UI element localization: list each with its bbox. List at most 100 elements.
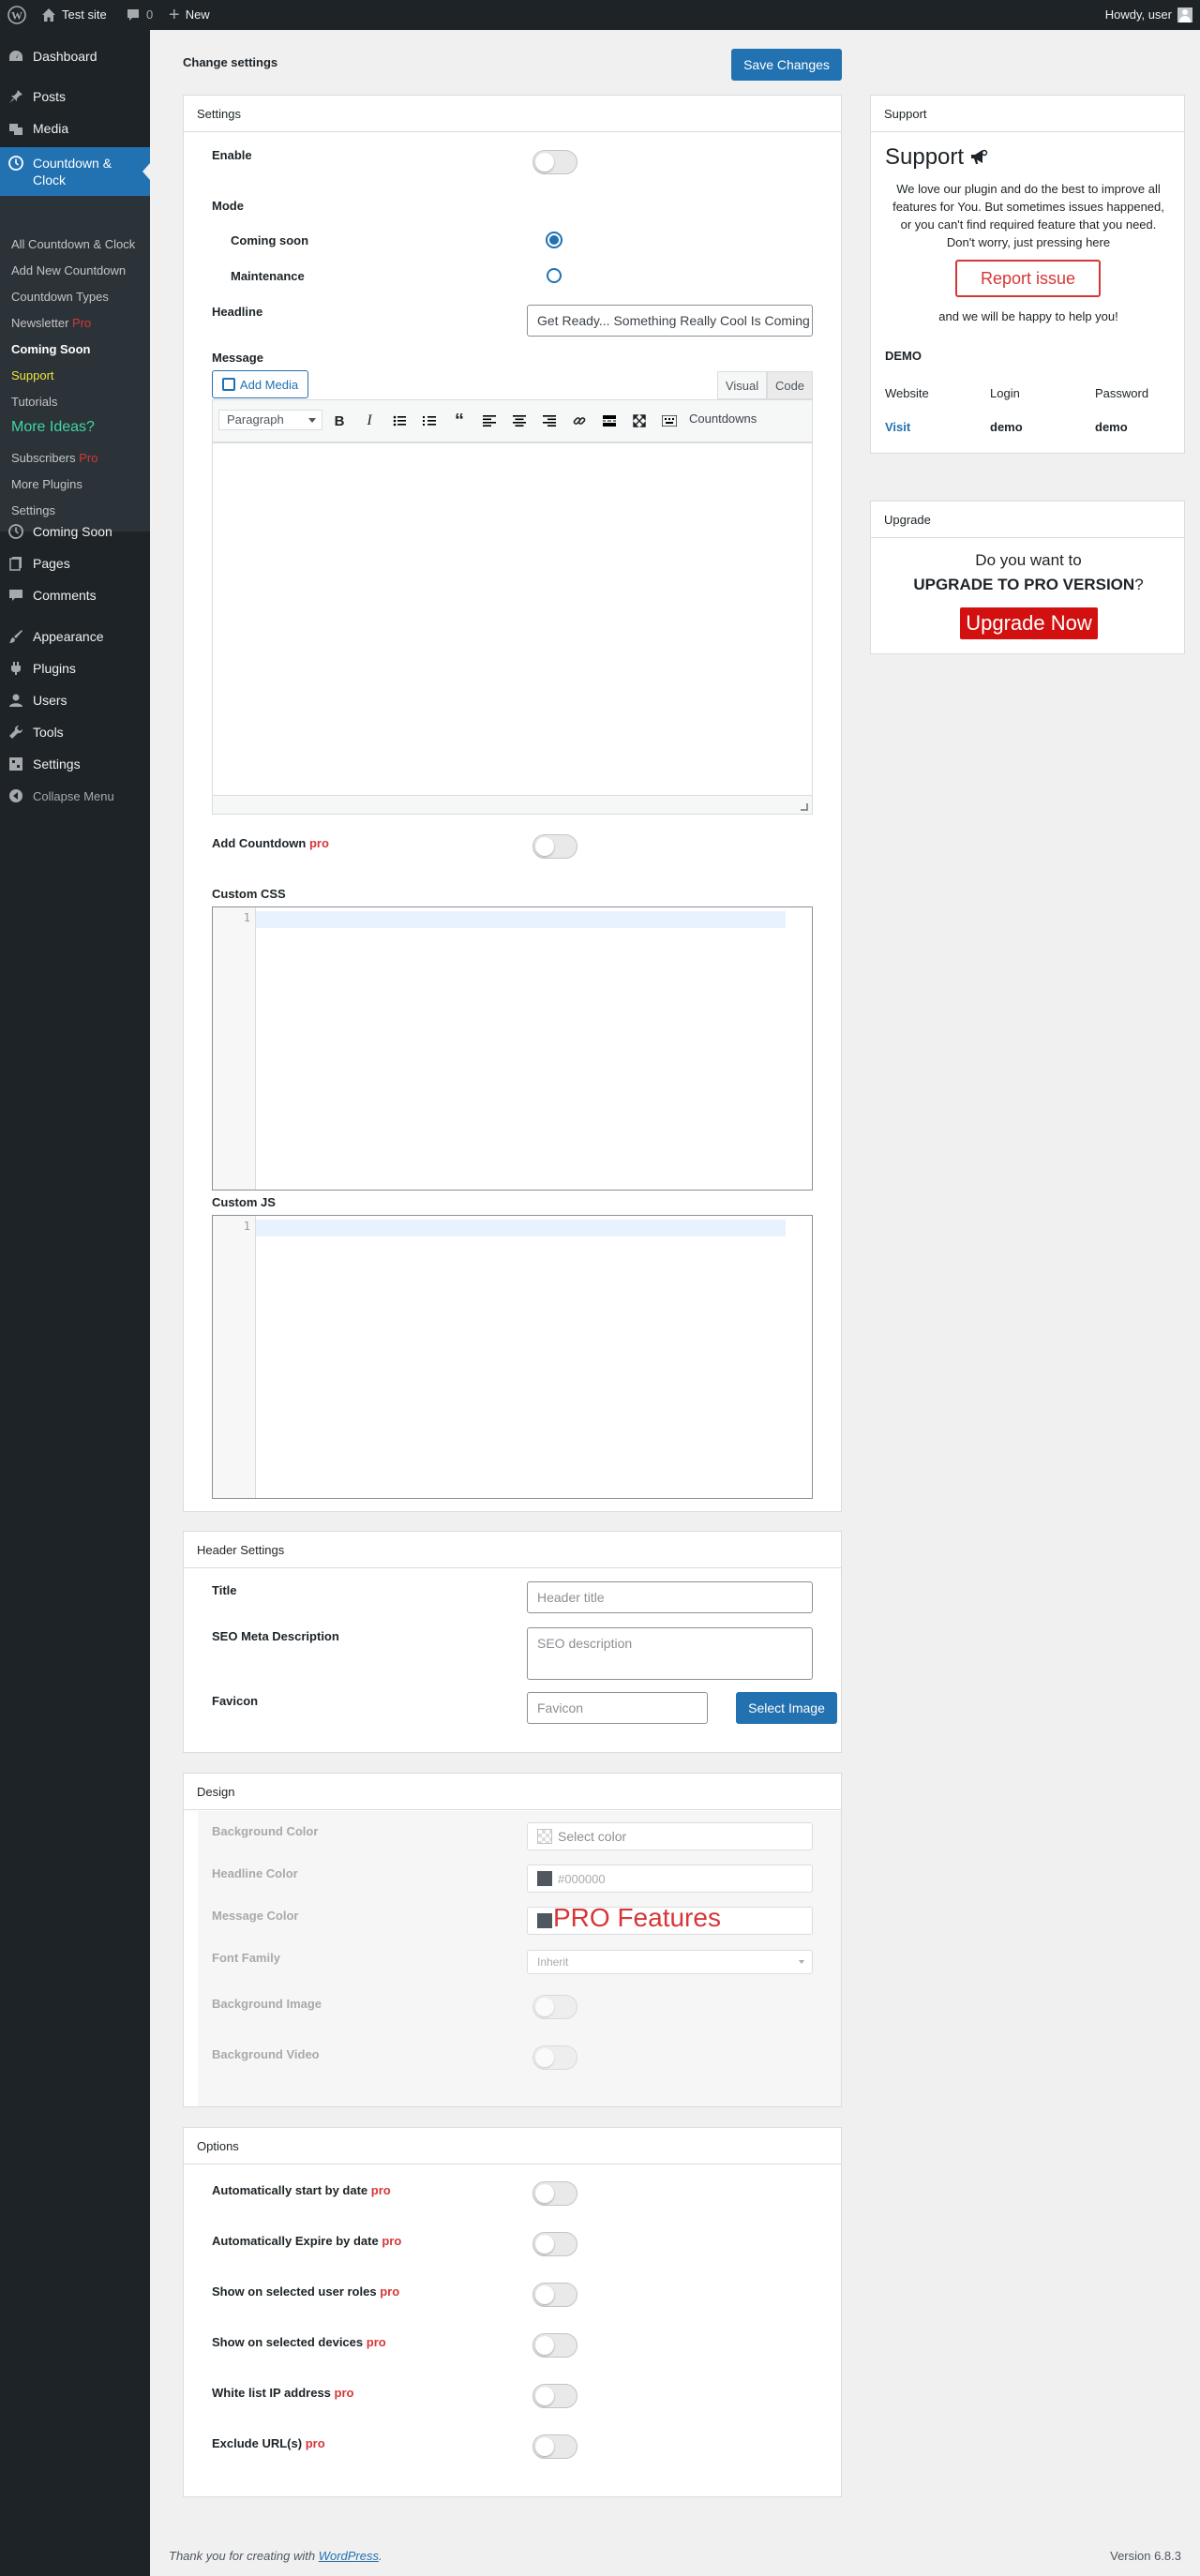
resize-handle-icon[interactable] — [801, 803, 808, 811]
devices-toggle[interactable] — [532, 2333, 578, 2358]
menu-dashboard[interactable]: Dashboard — [0, 40, 150, 72]
active-line — [256, 911, 786, 928]
fullscreen-icon[interactable] — [632, 413, 647, 428]
admin-sidebar: Dashboard Posts Media Countdown & Clock … — [0, 30, 150, 2576]
submenu-more-ideas[interactable]: More Ideas? — [11, 419, 95, 436]
menu-plugins[interactable]: Plugins — [0, 652, 150, 684]
countdowns-button[interactable]: Countdowns — [689, 412, 757, 426]
paragraph-value: Paragraph — [227, 412, 284, 427]
custom-js-editor[interactable]: 1 — [212, 1215, 813, 1499]
add-media-button[interactable]: Add Media — [212, 370, 308, 398]
report-issue-button[interactable]: Report issue — [955, 260, 1101, 297]
chevron-down-icon — [308, 418, 316, 423]
align-right-icon[interactable] — [542, 413, 557, 428]
add-media-icon — [221, 378, 235, 391]
menu-settings[interactable]: Settings — [0, 748, 150, 780]
upgrade-now-button[interactable]: Upgrade Now — [960, 607, 1098, 639]
submenu-more-plugins[interactable]: More Plugins — [11, 477, 82, 491]
select-image-button[interactable]: Select Image — [736, 1692, 837, 1724]
menu-posts[interactable]: Posts — [0, 81, 150, 112]
italic-icon[interactable]: I — [362, 412, 377, 428]
header-settings-card: Header Settings Title Header title SEO M… — [183, 1531, 842, 1753]
user-roles-toggle[interactable] — [532, 2283, 578, 2307]
tab-code[interactable]: Code — [767, 371, 813, 399]
auto-start-toggle[interactable] — [532, 2181, 578, 2206]
my-account-link[interactable]: Howdy, user — [1105, 0, 1192, 30]
mode-label: Mode — [212, 199, 244, 213]
comments-link[interactable]: 0 — [126, 0, 153, 30]
visit-link[interactable]: Visit — [885, 420, 910, 434]
paintbrush-icon — [8, 629, 23, 644]
coming-soon-radio[interactable] — [546, 232, 562, 248]
site-name-link[interactable]: Test site — [41, 0, 107, 30]
submenu-tutorials[interactable]: Tutorials — [11, 395, 57, 409]
placeholder: SEO description — [537, 1636, 633, 1651]
option-text: Automatically start by date — [212, 2183, 368, 2197]
header-title-input[interactable]: Header title — [527, 1581, 813, 1613]
admin-bar: W Test site 0 + New Howdy, user — [0, 0, 1200, 30]
seo-description-textarea[interactable]: SEO description — [527, 1627, 813, 1680]
paragraph-select[interactable]: Paragraph — [218, 410, 322, 430]
card-header: Upgrade — [871, 502, 1184, 538]
bold-icon[interactable]: B — [332, 413, 347, 429]
add-countdown-toggle[interactable] — [532, 834, 578, 859]
read-more-icon[interactable] — [602, 413, 617, 428]
pro-tag: pro — [370, 2183, 391, 2197]
whitelist-ip-toggle[interactable] — [532, 2384, 578, 2408]
auto-expire-toggle[interactable] — [532, 2232, 578, 2256]
support-line: features for You. But sometimes issues h… — [892, 200, 1164, 214]
blockquote-icon[interactable]: “ — [452, 411, 467, 431]
comments-count: 0 — [146, 7, 154, 22]
menu-coming-soon[interactable]: Coming Soon — [0, 516, 150, 547]
menu-appearance[interactable]: Appearance — [0, 621, 150, 652]
align-center-icon[interactable] — [512, 413, 527, 428]
media-icon — [8, 121, 23, 136]
new-content-link[interactable]: + New — [169, 0, 210, 30]
wordpress-link[interactable]: WordPress — [319, 2549, 379, 2563]
title-label: Title — [212, 1583, 237, 1597]
submenu-add-new[interactable]: Add New Countdown — [11, 263, 126, 277]
bg-video-label: Background Video — [212, 2047, 320, 2061]
menu-users[interactable]: Users — [0, 684, 150, 716]
wordpress-logo-icon[interactable]: W — [8, 0, 26, 30]
enable-toggle[interactable] — [532, 150, 578, 174]
menu-tools[interactable]: Tools — [0, 716, 150, 748]
align-left-icon[interactable] — [482, 413, 497, 428]
link-icon[interactable] — [572, 413, 587, 428]
menu-collapse[interactable]: Collapse Menu — [0, 780, 150, 812]
submenu-subscribers[interactable]: Subscribers Pro — [11, 451, 98, 465]
menu-media[interactable]: Media — [0, 112, 150, 144]
line-number: 1 — [243, 1220, 250, 1233]
tab-visual[interactable]: Visual — [717, 371, 767, 399]
submenu-countdown-types[interactable]: Countdown Types — [11, 290, 109, 304]
menu-countdown-clock[interactable]: Countdown & Clock — [0, 147, 150, 196]
pro-tag: Pro — [79, 451, 98, 465]
message-editor[interactable] — [212, 442, 813, 815]
submenu-support[interactable]: Support — [11, 368, 54, 382]
submenu-all-countdown[interactable]: All Countdown & Clock — [11, 237, 135, 251]
save-changes-button[interactable]: Save Changes — [731, 49, 842, 81]
submenu-coming-soon[interactable]: Coming Soon — [11, 342, 91, 356]
clock-icon — [8, 524, 23, 539]
keyboard-icon[interactable] — [662, 413, 677, 428]
exclude-urls-toggle[interactable] — [532, 2434, 578, 2459]
upgrade-line2: UPGRADE TO PRO VERSION? — [871, 576, 1186, 594]
option-label: White list IP address pro — [212, 2386, 354, 2400]
menu-pages[interactable]: Pages — [0, 547, 150, 579]
maintenance-radio[interactable] — [547, 268, 562, 283]
headline-input[interactable]: Get Ready... Something Really Cool Is Co… — [527, 305, 813, 337]
pro-features-overlay[interactable]: PRO Features — [553, 1903, 721, 1933]
current-arrow — [142, 163, 150, 180]
submenu-newsletter[interactable]: Newsletter Pro — [11, 316, 91, 330]
site-name: Test site — [62, 7, 107, 22]
users-icon — [8, 693, 23, 708]
menu-comments[interactable]: Comments — [0, 579, 150, 611]
pro-tag: pro — [305, 2436, 325, 2450]
option-text: Show on selected devices — [212, 2335, 364, 2349]
menu-label: Media — [33, 121, 69, 136]
numbered-list-icon[interactable] — [422, 413, 437, 428]
custom-css-editor[interactable]: 1 — [212, 906, 813, 1191]
favicon-input[interactable]: Favicon — [527, 1692, 708, 1724]
plus-icon: + — [169, 5, 180, 25]
bullet-list-icon[interactable] — [392, 413, 407, 428]
